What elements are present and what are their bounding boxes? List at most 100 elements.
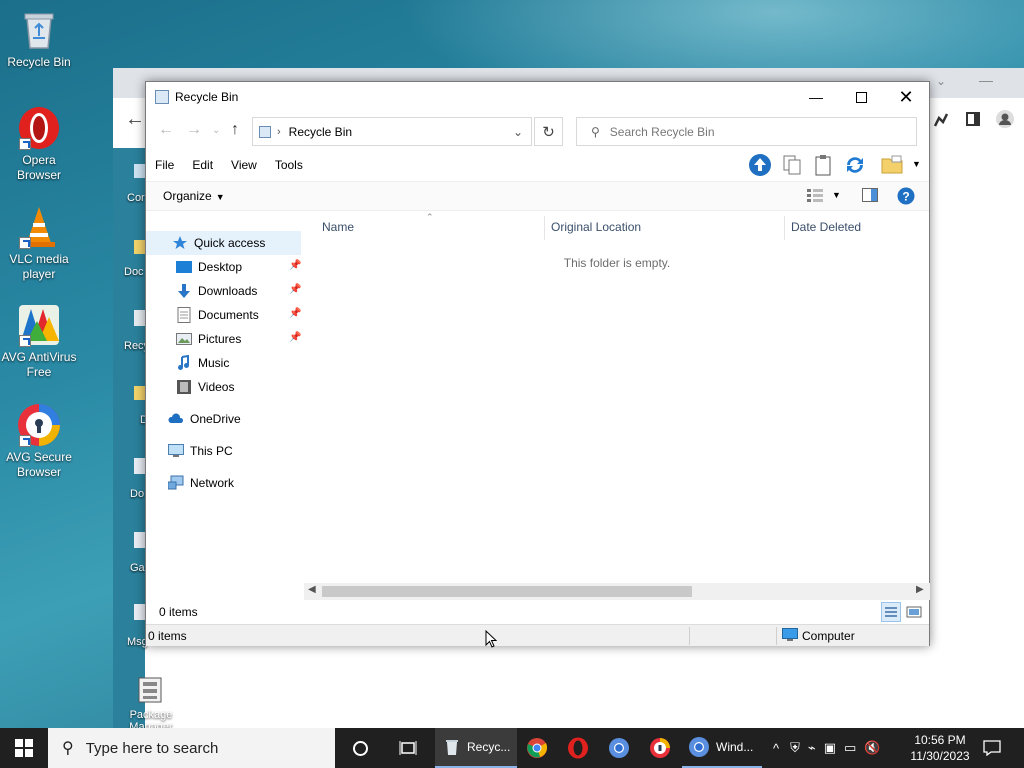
desktop-icon-label: Opera Browser bbox=[16, 153, 61, 182]
column-header-name[interactable]: Name bbox=[322, 220, 354, 234]
recycle-bin-small-icon bbox=[259, 125, 271, 138]
desktop-icon-recycle-bin[interactable]: Recycle Bin bbox=[0, 8, 78, 70]
nav-quick-access[interactable]: Quick access bbox=[146, 231, 301, 255]
file-list[interactable]: ⌃ Name Original Location Date Deleted Th… bbox=[304, 212, 930, 584]
start-button[interactable] bbox=[0, 728, 48, 768]
menu-edit[interactable]: Edit bbox=[183, 158, 222, 172]
scroll-left-icon[interactable]: ◀ bbox=[308, 584, 316, 595]
scrollbar-thumb[interactable] bbox=[322, 586, 692, 597]
sidebar-toggle-icon[interactable] bbox=[966, 112, 980, 126]
help-icon[interactable]: ? bbox=[897, 187, 915, 208]
organize-button[interactable]: Organize ▼ bbox=[163, 189, 225, 203]
shortcut-arrow-icon bbox=[19, 435, 31, 447]
taskbar-avg-secure-browser[interactable] bbox=[641, 728, 679, 768]
taskbar-search-input[interactable]: Type here to search bbox=[86, 740, 219, 757]
paste-icon[interactable] bbox=[811, 153, 837, 179]
network-icon[interactable]: ▭ bbox=[844, 740, 856, 756]
desktop-icon-avg-antivirus[interactable]: AVG AntiVirus Free bbox=[0, 303, 78, 380]
nav-documents[interactable]: Documents bbox=[176, 303, 259, 327]
chevron-down-icon[interactable]: ▼ bbox=[912, 159, 921, 169]
taskbar-recycle-bin[interactable]: Recyc... bbox=[435, 728, 517, 768]
pin-icon[interactable]: 📌 bbox=[289, 284, 301, 295]
sync-icon[interactable] bbox=[843, 153, 869, 179]
column-header-date-deleted[interactable]: Date Deleted bbox=[791, 220, 861, 234]
nav-network[interactable]: Network bbox=[167, 471, 235, 495]
taskbar-search[interactable]: ⚲ Type here to search bbox=[48, 728, 335, 768]
task-view-button[interactable] bbox=[388, 728, 428, 768]
column-divider[interactable] bbox=[544, 216, 545, 240]
chevron-down-icon[interactable]: ▼ bbox=[832, 190, 841, 200]
menu-file[interactable]: File bbox=[146, 158, 183, 172]
nav-pictures[interactable]: Pictures bbox=[176, 327, 241, 351]
security-shield-icon[interactable]: ⛨ bbox=[790, 740, 800, 756]
explorer-titlebar[interactable]: Recycle Bin — ✕ bbox=[146, 82, 929, 112]
network-disconnected-icon[interactable]: ⌁ bbox=[808, 740, 816, 756]
minimize-button[interactable]: — bbox=[793, 82, 839, 112]
desktop-icon-avg-secure-browser[interactable]: AVG Secure Browser bbox=[0, 403, 78, 480]
nav-music[interactable]: Music bbox=[176, 351, 229, 375]
search-input[interactable]: Search Recycle Bin bbox=[610, 125, 715, 139]
nav-downloads[interactable]: Downloads bbox=[176, 279, 257, 303]
refresh-button[interactable]: ↻ bbox=[534, 117, 563, 146]
up-arrow-icon[interactable]: ↑ bbox=[231, 121, 239, 139]
explorer-window[interactable]: Recycle Bin — ✕ ← → ⌄ ↑ › Recycle Bin ⌄ … bbox=[145, 81, 930, 646]
large-icons-view-icon[interactable] bbox=[906, 604, 922, 623]
recent-locations-icon[interactable]: ⌄ bbox=[212, 125, 220, 136]
back-arrow-icon[interactable]: ← bbox=[125, 108, 145, 131]
chevron-down-icon[interactable]: ⌄ bbox=[936, 74, 946, 88]
address-bar[interactable]: › Recycle Bin ⌄ bbox=[252, 117, 532, 146]
address-row: ← → ⌄ ↑ › Recycle Bin ⌄ ↻ ⚲ Search Recyc… bbox=[146, 112, 929, 149]
partial-desktop-label: Ga bbox=[130, 562, 145, 574]
desktop-icon-package-manager[interactable]: Package Manager bbox=[112, 674, 190, 733]
desktop-icon-opera[interactable]: Opera Browser bbox=[0, 106, 78, 183]
computer-icon bbox=[782, 628, 798, 642]
column-divider[interactable] bbox=[784, 216, 785, 240]
copy-icon[interactable] bbox=[780, 153, 806, 179]
forward-arrow-icon[interactable]: → bbox=[186, 121, 202, 139]
breadcrumb-chevron-icon: › bbox=[277, 125, 281, 138]
pin-icon[interactable]: 📌 bbox=[289, 332, 301, 343]
taskbar-opera[interactable] bbox=[559, 728, 597, 768]
column-header-original-location[interactable]: Original Location bbox=[551, 220, 641, 234]
window-title: Recycle Bin bbox=[175, 90, 239, 104]
chevron-down-icon[interactable]: ⌄ bbox=[513, 125, 523, 139]
nav-videos[interactable]: Videos bbox=[176, 375, 234, 399]
upload-icon[interactable] bbox=[748, 153, 774, 179]
nav-onedrive[interactable]: OneDrive bbox=[168, 407, 241, 431]
folder-options-icon[interactable] bbox=[880, 153, 906, 179]
horizontal-scrollbar[interactable]: ◀ ▶ bbox=[304, 583, 930, 600]
extensions-icon[interactable] bbox=[933, 112, 949, 128]
details-view-icon[interactable] bbox=[881, 602, 901, 622]
taskbar-chrome[interactable] bbox=[518, 728, 556, 768]
notifications-button[interactable] bbox=[978, 728, 1006, 768]
taskbar-chromium[interactable] bbox=[600, 728, 638, 768]
close-button[interactable]: ✕ bbox=[883, 82, 929, 112]
volume-muted-icon[interactable]: 🔇 bbox=[864, 740, 880, 756]
back-arrow-icon[interactable]: ← bbox=[158, 121, 174, 139]
nav-this-pc[interactable]: This PC bbox=[168, 439, 233, 463]
scroll-right-icon[interactable]: ▶ bbox=[916, 584, 924, 595]
defender-icon[interactable]: ▣ bbox=[824, 740, 836, 756]
minimize-icon[interactable]: — bbox=[979, 72, 993, 88]
search-box[interactable]: ⚲ Search Recycle Bin bbox=[576, 117, 917, 146]
preview-pane-icon[interactable] bbox=[862, 188, 878, 205]
nav-desktop[interactable]: Desktop bbox=[176, 255, 242, 279]
nav-label: Desktop bbox=[198, 260, 243, 274]
pin-icon[interactable]: 📌 bbox=[289, 260, 301, 271]
nav-label: Quick access bbox=[194, 236, 266, 250]
view-options-icon[interactable] bbox=[807, 188, 823, 205]
desktop-icon-vlc[interactable]: VLC media player bbox=[0, 205, 78, 282]
cortana-button[interactable] bbox=[340, 728, 380, 768]
pin-icon[interactable]: 📌 bbox=[289, 308, 301, 319]
taskbar-browser-window[interactable]: Wind... bbox=[682, 728, 762, 768]
chevron-up-icon[interactable]: ^ bbox=[773, 741, 779, 756]
chromium-icon bbox=[609, 738, 629, 758]
clock[interactable]: 10:56 PM 11/30/2023 bbox=[904, 732, 976, 764]
maximize-button[interactable] bbox=[838, 82, 884, 112]
breadcrumb[interactable]: Recycle Bin bbox=[289, 125, 352, 139]
profile-icon[interactable] bbox=[996, 110, 1014, 128]
nav-label: OneDrive bbox=[190, 412, 241, 426]
menu-tools[interactable]: Tools bbox=[266, 158, 312, 172]
menu-view[interactable]: View bbox=[222, 158, 266, 172]
nav-label: Network bbox=[190, 476, 235, 490]
